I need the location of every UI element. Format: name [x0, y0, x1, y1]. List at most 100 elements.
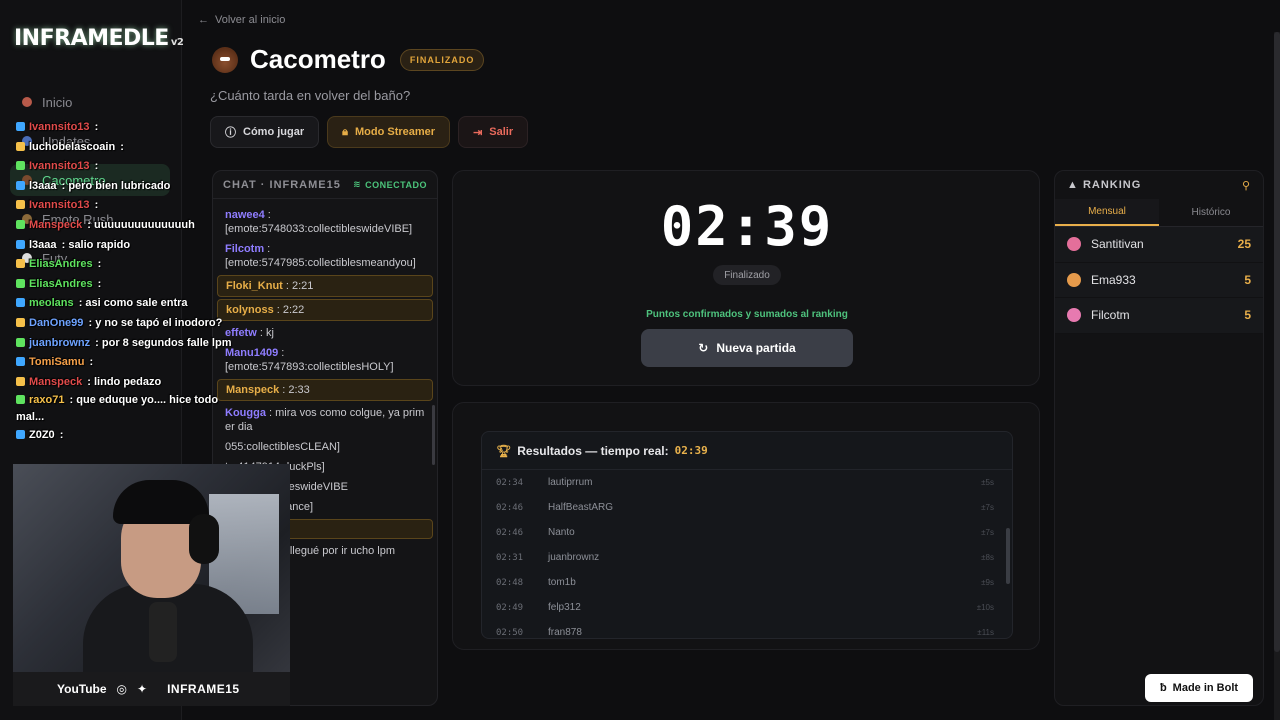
overlay-chat-user: DanOne99 [29, 316, 84, 329]
chat-badge-icon [16, 278, 25, 288]
back-link[interactable]: ← Volver al inicio [198, 14, 285, 26]
page-scrollbar[interactable] [1274, 32, 1280, 720]
overlay-chat-line: Ivannsito13 : [16, 196, 226, 216]
overlay-chat-user: meolans [29, 297, 74, 310]
chat-username[interactable]: Floki_Knut [226, 280, 283, 292]
made-in-bolt-badge[interactable]: ƀ Made in Bolt [1145, 674, 1253, 702]
overlay-chat-sep: : [91, 121, 99, 133]
overlay-chat-line: raxo71 : que eduque yo.... hice todo mal… [16, 392, 226, 426]
chat-badge-icon [16, 357, 25, 367]
sidebar-item-inicio[interactable]: Inicio [10, 86, 170, 118]
ranking-points: 5 [1244, 272, 1251, 287]
pin-icon[interactable]: ⚲ [1242, 179, 1251, 192]
overlay-chat-user: Manspeck [29, 375, 83, 388]
results-scrollbar[interactable] [1006, 528, 1010, 584]
overlay-chat-user: juanbrownz [29, 336, 91, 349]
stream-socials-bar: YouTube ◎ ✦ INFRAME15 [13, 672, 290, 706]
new-game-button[interactable]: ↻ Nueva partida [641, 329, 853, 367]
overlay-chat-user: Z0Z0 [29, 429, 55, 442]
result-row: 02:50 fran878 ±11s [482, 620, 1012, 638]
ranking-row[interactable]: Santitivan 25 [1055, 227, 1263, 263]
made-in-bolt-label: Made in Bolt [1172, 682, 1239, 694]
chat-text: : kj [256, 327, 274, 339]
ranking-panel: ▲ RANKING ⚲ Mensual Histórico Santitivan… [1054, 170, 1264, 706]
result-name: tom1b [548, 577, 576, 588]
overlay-chat-sep: : [84, 218, 91, 231]
result-row: 02:31 juanbrownz ±8s [482, 545, 1012, 570]
result-row: 02:46 HalfBeastARG ±7s [482, 495, 1012, 520]
chat-message: nawee4 : [emote:5748033:collectibleswide… [217, 205, 433, 239]
results-list[interactable]: 🏆︎ Resultados — tiempo real: 02:39 02:34… [481, 431, 1013, 639]
sidebar-item-label: Inicio [42, 94, 73, 110]
overlay-chat-sep: : [94, 258, 102, 271]
overlay-chat-line: Manspeck : uuuuuuuuuuuuuuh [16, 216, 226, 236]
ranking-rows: Santitivan 25 Ema933 5 Filcotm 5 [1055, 227, 1263, 334]
result-row: 02:34 lautiprrum ±5s [482, 470, 1012, 495]
poop-icon [212, 46, 238, 73]
logo[interactable]: INFRAMEDLE v2 [14, 26, 184, 51]
chat-message: Floki_Knut : 2:21 [217, 275, 433, 297]
timer-card: 02:39 Finalizado Puntos confirmados y su… [452, 170, 1040, 386]
result-time: 02:50 [496, 627, 524, 638]
overlay-chat-message: lindo pedazo [90, 375, 162, 388]
overlay-chat-line: Z0Z0 : [16, 426, 226, 446]
overlay-chat-message: salio rapido [65, 238, 131, 251]
exit-button[interactable]: ⇥ Salir [458, 116, 529, 148]
arrow-left-icon: ← [198, 14, 209, 26]
overlay-chat-sep: : [86, 356, 94, 369]
overlay-chat-message: y no se tapó el inodoro? [92, 316, 223, 329]
overlay-chat-message: por 8 segundos falle lpm [98, 336, 232, 349]
tab-historico[interactable]: Histórico [1159, 199, 1263, 226]
results-card: 🏆︎ Resultados — tiempo real: 02:39 02:34… [452, 402, 1040, 650]
ranking-name: Santitivan [1091, 237, 1144, 252]
chat-username[interactable]: nawee4 [225, 209, 265, 221]
overlay-chat-line: EliasAndres : [16, 275, 226, 295]
results-title: Resultados — tiempo real: [517, 443, 669, 458]
chat-username[interactable]: kolynoss [226, 304, 274, 316]
result-name: felp312 [548, 602, 581, 613]
result-name: juanbrownz [548, 552, 600, 563]
overlay-chat-line: luchobelascoain : [16, 138, 226, 158]
chat-badge-icon [16, 122, 25, 131]
chat-username[interactable]: Manu1409 [225, 347, 278, 359]
logo-text: INFRAMEDLE [14, 26, 169, 51]
chat-username[interactable]: Kougga [225, 407, 266, 419]
new-game-label: Nueva partida [716, 341, 796, 355]
rank-avatar-icon [1067, 272, 1081, 287]
chat-username[interactable]: Filcotm [225, 243, 264, 255]
chat-scrollbar[interactable] [432, 405, 435, 465]
wifi-icon: ≋ [353, 179, 362, 189]
chat-badge-icon [16, 219, 25, 229]
ranking-points: 25 [1237, 237, 1251, 252]
logout-icon: ⇥ [473, 126, 483, 139]
stream-channel-name: INFRAME15 [167, 682, 240, 696]
game-status-badge: Finalizado [713, 265, 781, 285]
streamer-mode-button[interactable]: 🔒︎ Modo Streamer [327, 116, 451, 148]
overlay-chat-line: Ivannsito13 : [16, 118, 226, 138]
page-scroll-thumb[interactable] [1274, 32, 1280, 652]
ranking-row[interactable]: Ema933 5 [1055, 262, 1263, 298]
overlay-chat-user: EliasAndres [29, 277, 93, 290]
chat-badge-icon [16, 376, 25, 386]
twitter-icon: ✦ [137, 682, 148, 696]
chat-message: Manspeck : 2:33 [217, 379, 433, 401]
chat-badge-icon [16, 298, 25, 308]
result-time: 02:34 [496, 477, 524, 488]
ranking-row[interactable]: Filcotm 5 [1055, 298, 1263, 334]
overlay-chat-line: Manspeck : lindo pedazo [16, 373, 226, 393]
overlay-chat-user: Ivannsito13 [29, 199, 90, 212]
ranking-title-wrap: ▲ RANKING [1067, 179, 1141, 191]
points-confirmed-text: Puntos confirmados y sumados al ranking [646, 309, 848, 320]
chat-message: kolynoss : 2:22 [217, 299, 433, 321]
ranking-title: RANKING [1082, 179, 1142, 191]
tab-mensual[interactable]: Mensual [1055, 199, 1159, 226]
overlay-chat-line: TomiSamu : [16, 353, 226, 373]
chat-badge-icon [16, 317, 25, 327]
chat-username[interactable]: Manspeck [226, 384, 279, 396]
chat-badge-icon [16, 180, 25, 190]
result-row: 02:48 tom1b ±9s [482, 570, 1012, 595]
overlay-chat-sep: : [56, 429, 64, 442]
result-diff: ±10s [976, 603, 994, 612]
how-to-play-button[interactable]: ⓘ Cómo jugar [210, 116, 320, 148]
result-time: 02:46 [496, 502, 524, 513]
